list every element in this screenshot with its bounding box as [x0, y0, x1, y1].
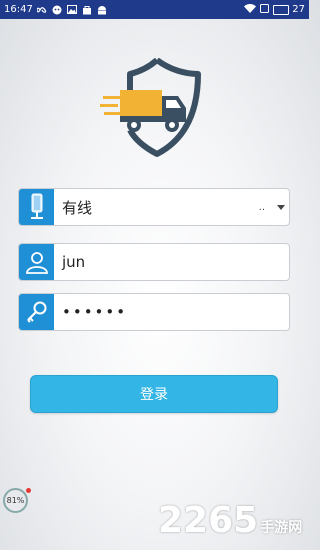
battery-percent: 27 [292, 4, 305, 15]
caret-down-icon[interactable] [277, 205, 285, 210]
status-bar: 16:47 27 [0, 0, 309, 19]
android-icon [97, 4, 108, 15]
network-tower-icon [19, 189, 54, 225]
watermark: 2265 手游网 [158, 500, 302, 541]
floating-ball[interactable]: 81% [3, 488, 28, 513]
network-ellipsis: .. [258, 202, 265, 213]
infinity-icon [36, 4, 48, 15]
app-logo [100, 57, 210, 158]
cat-icon [52, 4, 63, 15]
network-select[interactable]: 有线 .. [18, 188, 290, 226]
bag-icon [82, 4, 93, 15]
notification-dot [26, 488, 31, 493]
status-time: 16:47 [4, 4, 33, 15]
key-icon [19, 294, 54, 330]
network-value: 有线 [62, 198, 93, 217]
image-icon [67, 4, 78, 15]
user-icon [19, 244, 54, 280]
battery-icon [273, 4, 290, 15]
screen-icon [260, 3, 270, 16]
username-field[interactable]: jun [18, 243, 290, 281]
username-value: jun [62, 253, 86, 271]
password-value: •••••• [62, 303, 128, 321]
watermark-number: 2265 [158, 500, 259, 541]
login-button[interactable]: 登录 [30, 375, 278, 413]
wifi-icon [244, 3, 257, 16]
watermark-suffix: 手游网 [260, 520, 303, 536]
password-field[interactable]: •••••• [18, 293, 290, 331]
